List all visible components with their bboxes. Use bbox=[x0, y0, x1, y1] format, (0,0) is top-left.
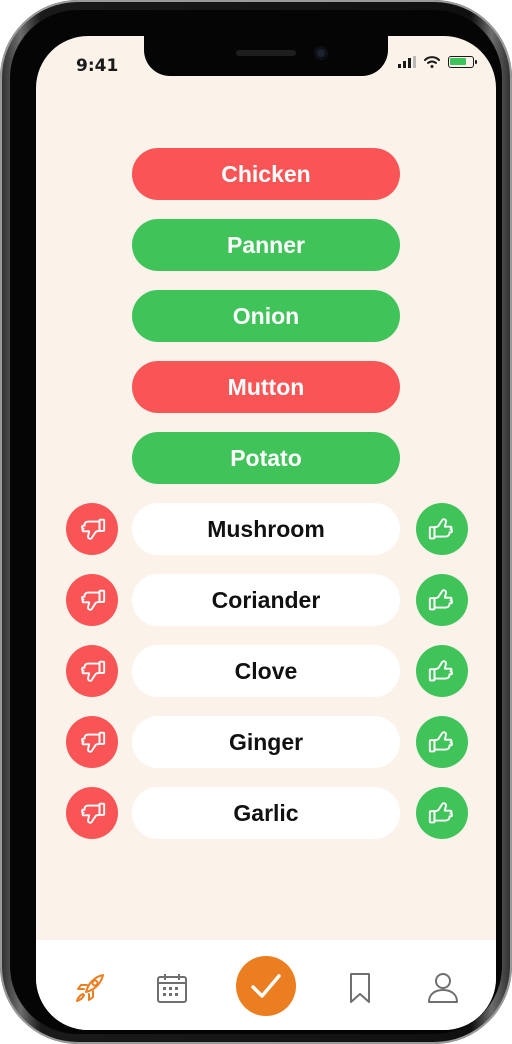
thumbs-up-icon bbox=[428, 589, 453, 611]
phone-frame: 9:41 Chicken Panner Onion Mutton Potato … bbox=[0, 0, 512, 1044]
thumbs-down-icon bbox=[81, 802, 106, 824]
calendar-icon bbox=[157, 974, 187, 1003]
phone-bezel: 9:41 Chicken Panner Onion Mutton Potato … bbox=[10, 10, 502, 1034]
thumbs-up-icon bbox=[428, 518, 453, 540]
user-icon bbox=[428, 973, 458, 1003]
bottom-tab-bar bbox=[36, 940, 496, 1030]
ingredient-chip-liked[interactable]: Onion bbox=[132, 290, 400, 342]
thumbs-down-icon bbox=[81, 589, 106, 611]
battery-icon bbox=[448, 56, 477, 68]
ingredient-chip-liked[interactable]: Panner bbox=[132, 219, 400, 271]
dislike-button[interactable] bbox=[66, 645, 118, 697]
tab-calendar[interactable] bbox=[152, 968, 192, 1008]
cellular-signal-icon bbox=[398, 56, 416, 68]
checkmark-icon bbox=[251, 974, 281, 998]
dislike-button[interactable] bbox=[66, 787, 118, 839]
ingredient-chip-disliked[interactable]: Chicken bbox=[132, 148, 400, 200]
tab-bookmarks[interactable] bbox=[340, 968, 380, 1008]
dislike-button[interactable] bbox=[66, 503, 118, 555]
ingredient-chip-disliked[interactable]: Mutton bbox=[132, 361, 400, 413]
speaker bbox=[236, 50, 296, 56]
bookmark-icon bbox=[350, 973, 370, 1003]
like-button[interactable] bbox=[416, 503, 468, 555]
thumbs-down-icon bbox=[81, 518, 106, 540]
status-time: 9:41 bbox=[76, 56, 119, 76]
thumbs-down-icon bbox=[81, 660, 106, 682]
confirm-button[interactable] bbox=[236, 956, 296, 1016]
front-camera bbox=[314, 46, 328, 60]
rocket-icon bbox=[76, 974, 104, 1002]
ingredient-option[interactable]: Coriander bbox=[132, 574, 400, 626]
thumbs-up-icon bbox=[428, 731, 453, 753]
battery-fill bbox=[450, 58, 466, 65]
ingredient-option[interactable]: Clove bbox=[132, 645, 400, 697]
thumbs-up-icon bbox=[428, 802, 453, 824]
wifi-icon bbox=[424, 56, 440, 68]
like-button[interactable] bbox=[416, 645, 468, 697]
like-button[interactable] bbox=[416, 787, 468, 839]
notch bbox=[144, 36, 388, 76]
thumbs-down-icon bbox=[81, 731, 106, 753]
ingredient-chip-liked[interactable]: Potato bbox=[132, 432, 400, 484]
dislike-button[interactable] bbox=[66, 574, 118, 626]
ingredient-option[interactable]: Mushroom bbox=[132, 503, 400, 555]
ingredient-option[interactable]: Garlic bbox=[132, 787, 400, 839]
dislike-button[interactable] bbox=[66, 716, 118, 768]
like-button[interactable] bbox=[416, 574, 468, 626]
like-button[interactable] bbox=[416, 716, 468, 768]
thumbs-up-icon bbox=[428, 660, 453, 682]
tab-profile[interactable] bbox=[423, 968, 463, 1008]
app-screen: 9:41 Chicken Panner Onion Mutton Potato … bbox=[36, 36, 496, 1030]
status-icons bbox=[398, 56, 477, 68]
ingredient-option[interactable]: Ginger bbox=[132, 716, 400, 768]
tab-explore[interactable] bbox=[70, 968, 110, 1008]
